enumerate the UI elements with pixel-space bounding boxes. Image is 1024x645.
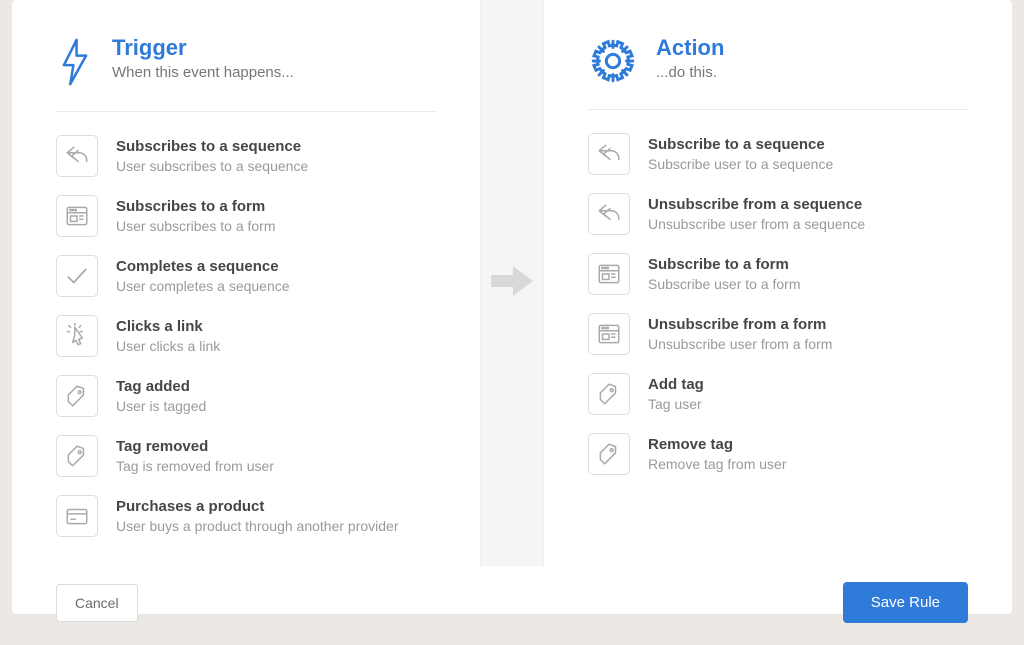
form-icon <box>588 313 630 355</box>
trigger-item[interactable]: Subscribes to a sequenceUser subscribes … <box>56 126 436 186</box>
trigger-item[interactable]: Purchases a productUser buys a product t… <box>56 486 436 546</box>
item-title: Subscribes to a form <box>116 198 276 217</box>
trigger-title: Trigger <box>112 36 294 60</box>
tag-icon <box>588 433 630 475</box>
bolt-icon <box>56 36 94 93</box>
reply-icon <box>588 133 630 175</box>
action-item[interactable]: Add tagTag user <box>588 364 968 424</box>
tag-icon <box>56 435 98 477</box>
trigger-panel: Trigger When this event happens... Subsc… <box>12 0 480 566</box>
action-item[interactable]: Unsubscribe from a formUnsubscribe user … <box>588 304 968 364</box>
trigger-header: Trigger When this event happens... <box>56 36 436 112</box>
item-title: Clicks a link <box>116 318 220 337</box>
trigger-item[interactable]: Subscribes to a formUser subscribes to a… <box>56 186 436 246</box>
check-icon <box>56 255 98 297</box>
trigger-item[interactable]: Tag addedUser is tagged <box>56 366 436 426</box>
item-title: Completes a sequence <box>116 258 290 277</box>
tag-icon <box>588 373 630 415</box>
item-desc: User subscribes to a sequence <box>116 158 308 174</box>
reply-icon <box>588 193 630 235</box>
action-list: Subscribe to a sequenceSubscribe user to… <box>588 124 968 484</box>
item-title: Subscribes to a sequence <box>116 138 308 157</box>
action-item[interactable]: Unsubscribe from a sequenceUnsubscribe u… <box>588 184 968 244</box>
item-title: Tag removed <box>116 438 274 457</box>
action-title: Action <box>656 36 724 60</box>
form-icon <box>588 253 630 295</box>
item-title: Add tag <box>648 376 704 395</box>
item-title: Purchases a product <box>116 498 399 517</box>
card-icon <box>56 495 98 537</box>
trigger-item[interactable]: Completes a sequenceUser completes a seq… <box>56 246 436 306</box>
trigger-subtitle: When this event happens... <box>112 64 294 81</box>
save-rule-button[interactable]: Save Rule <box>843 582 968 623</box>
action-item[interactable]: Subscribe to a formSubscribe user to a f… <box>588 244 968 304</box>
action-subtitle: ...do this. <box>656 64 724 81</box>
trigger-list: Subscribes to a sequenceUser subscribes … <box>56 126 436 546</box>
item-title: Unsubscribe from a sequence <box>648 196 865 215</box>
form-icon <box>56 195 98 237</box>
click-icon <box>56 315 98 357</box>
tag-icon <box>56 375 98 417</box>
divider <box>480 0 544 566</box>
item-desc: Tag is removed from user <box>116 458 274 474</box>
item-title: Subscribe to a form <box>648 256 801 275</box>
action-item[interactable]: Subscribe to a sequenceSubscribe user to… <box>588 124 968 184</box>
item-desc: Subscribe user to a form <box>648 276 801 292</box>
footer: Cancel Save Rule <box>12 566 1012 645</box>
action-header-text: Action ...do this. <box>656 36 724 81</box>
trigger-item[interactable]: Tag removedTag is removed from user <box>56 426 436 486</box>
item-desc: User clicks a link <box>116 338 220 354</box>
item-title: Tag added <box>116 378 206 397</box>
item-title: Unsubscribe from a form <box>648 316 832 335</box>
item-desc: Remove tag from user <box>648 456 787 472</box>
reply-icon <box>56 135 98 177</box>
action-header: Action ...do this. <box>588 36 968 110</box>
action-item[interactable]: Remove tagRemove tag from user <box>588 424 968 484</box>
panels-row: Trigger When this event happens... Subsc… <box>12 0 1012 566</box>
item-desc: Unsubscribe user from a form <box>648 336 832 352</box>
item-title: Subscribe to a sequence <box>648 136 833 155</box>
item-desc: User completes a sequence <box>116 278 290 294</box>
item-desc: Subscribe user to a sequence <box>648 156 833 172</box>
item-desc: User subscribes to a form <box>116 218 276 234</box>
gear-icon <box>588 36 638 91</box>
item-desc: Tag user <box>648 396 704 412</box>
trigger-item[interactable]: Clicks a linkUser clicks a link <box>56 306 436 366</box>
arrow-right-icon <box>491 266 533 301</box>
action-panel: Action ...do this. Subscribe to a sequen… <box>544 0 1012 566</box>
trigger-header-text: Trigger When this event happens... <box>112 36 294 81</box>
cancel-button[interactable]: Cancel <box>56 584 138 622</box>
rule-builder-modal: Trigger When this event happens... Subsc… <box>12 0 1012 614</box>
item-desc: User buys a product through another prov… <box>116 518 399 534</box>
item-desc: Unsubscribe user from a sequence <box>648 216 865 232</box>
item-title: Remove tag <box>648 436 787 455</box>
item-desc: User is tagged <box>116 398 206 414</box>
